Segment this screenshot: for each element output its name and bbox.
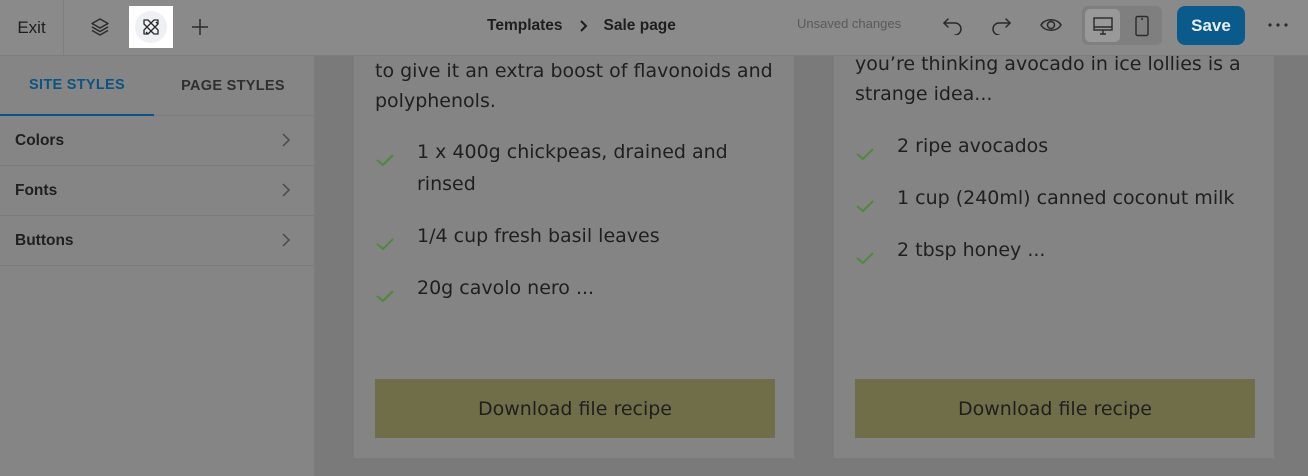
tab-site-styles[interactable]: SITE STYLES [0,56,154,116]
recipe-card[interactable]: to give it an extra boost of flavonoids … [354,56,794,458]
ingredient-text: rinsed [417,173,476,195]
download-recipe-button[interactable]: Download file recipe [375,379,775,438]
sidebar-item-colors[interactable]: Colors [0,116,314,166]
ingredient-text: 1/4 cup fresh basil leaves [417,225,660,247]
recipe-description: to give it an extra boost of flavonoids … [375,56,775,116]
ingredient-item: 1 x 400g chickpeas, drained and rinsed [375,136,775,200]
device-switcher [1082,6,1162,45]
save-button[interactable]: Save [1177,6,1245,45]
preview-button[interactable] [1031,6,1071,44]
sidebar-item-label: Fonts [15,181,58,199]
styles-brush-icon [143,19,159,35]
ingredient-item: 20g cavolo nero ... [375,272,775,313]
breadcrumb-templates[interactable]: Templates [487,17,563,35]
undo-button[interactable] [933,6,973,44]
redo-button[interactable] [981,6,1021,44]
check-icon [375,220,417,261]
ingredient-text: 2 ripe avocados [897,135,1049,157]
style-tabs: SITE STYLES PAGE STYLES [0,56,314,116]
top-toolbar: Exit Templates Sale page Unsaved changes [0,0,1308,56]
desktop-icon [1092,16,1113,35]
check-icon [855,130,897,171]
redo-icon [992,18,1012,35]
ingredient-text: 2 tbsp honey ... [897,239,1046,261]
ingredient-item: 2 tbsp honey ... [855,234,1255,275]
description-line: polyphenols. [375,90,496,112]
add-element-button[interactable] [179,6,221,48]
layers-icon [91,18,109,36]
chevron-right-icon [579,20,589,32]
site-styles-button[interactable] [129,6,173,48]
check-icon [855,182,897,223]
ingredient-item: 1/4 cup fresh basil leaves [375,220,775,261]
sidebar-item-label: Colors [15,131,65,149]
chevron-right-icon [282,183,291,197]
description-line: to give it an extra boost of flavonoids … [375,60,773,82]
breadcrumb-current-page: Sale page [603,17,676,34]
styles-sidebar: SITE STYLES PAGE STYLES Colors Fonts But… [0,56,315,476]
ingredient-item: 1 cup (240ml) canned coconut milk [855,182,1255,223]
ingredient-text: 20g cavolo nero ... [417,277,595,299]
description-line: strange idea... [855,83,993,105]
mobile-icon [1134,15,1149,36]
recipe-card[interactable]: you’re thinking avocado in ice lollies i… [834,56,1274,458]
sidebar-item-fonts[interactable]: Fonts [0,166,314,216]
ingredient-text: 1 x 400g chickpeas, drained and [417,141,728,163]
more-options-button[interactable] [1263,9,1293,41]
undo-icon [942,18,962,35]
layers-button[interactable] [79,6,121,48]
download-recipe-button[interactable]: Download file recipe [855,379,1255,438]
page-canvas: to give it an extra boost of flavonoids … [316,56,1308,476]
sidebar-item-buttons[interactable]: Buttons [0,216,314,266]
check-icon [375,272,417,313]
desktop-view-button[interactable] [1085,9,1120,42]
sidebar-item-label: Buttons [15,231,74,249]
plus-icon [192,19,208,35]
recipe-description: you’re thinking avocado in ice lollies i… [855,56,1255,109]
check-icon [855,234,897,275]
check-icon [375,136,417,200]
save-status: Unsaved changes [797,16,902,31]
more-horizontal-icon [1268,23,1288,27]
breadcrumb: Templates Sale page [487,0,676,52]
chevron-right-icon [282,233,291,247]
eye-icon [1040,19,1062,31]
ingredient-item: 2 ripe avocados [855,130,1255,171]
ingredient-text: 1 cup (240ml) canned coconut milk [897,187,1235,209]
exit-button[interactable]: Exit [0,0,64,56]
mobile-view-button[interactable] [1124,9,1159,42]
chevron-right-icon [282,133,291,147]
tab-page-styles[interactable]: PAGE STYLES [156,56,310,116]
description-line: you’re thinking avocado in ice lollies i… [855,56,1241,75]
